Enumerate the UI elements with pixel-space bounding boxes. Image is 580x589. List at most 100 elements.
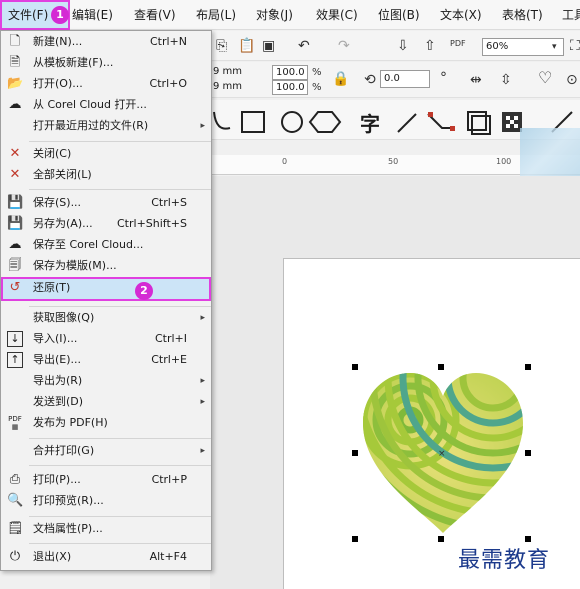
- menu-view[interactable]: 查看(V): [134, 0, 176, 30]
- menu-item-send-to[interactable]: 发送到(D) ▸: [1, 391, 211, 413]
- step-badge: 1: [51, 6, 69, 24]
- menu-file-label: 文件(F): [8, 8, 49, 22]
- menu-item-import[interactable]: ↓ 导入(I)... Ctrl+I: [1, 328, 211, 350]
- selection-handle[interactable]: [525, 450, 531, 456]
- lock-ratio-icon[interactable]: 🔒: [332, 71, 349, 87]
- menu-item-close-all[interactable]: ✕ 全部关闭(L): [1, 164, 211, 186]
- menu-separator: [29, 141, 211, 142]
- revert-icon: ↺: [9, 280, 21, 295]
- menu-item-exit[interactable]: ⏻ 退出(X) Alt+F4: [1, 546, 211, 568]
- mirror-h-icon[interactable]: ⇹: [470, 72, 482, 88]
- menu-item-save[interactable]: 💾 保存(S)... Ctrl+S: [1, 192, 211, 214]
- rotation-field[interactable]: 0.0: [380, 70, 430, 88]
- doc-properties-icon: 🗒: [7, 521, 24, 536]
- selection-handle[interactable]: [352, 450, 358, 456]
- scale-y-field[interactable]: 100.0: [272, 80, 308, 95]
- menu-item-print-preview[interactable]: 🔍 打印预览(R)...: [1, 490, 211, 512]
- heart-object[interactable]: ×: [358, 368, 528, 538]
- chevron-down-icon[interactable]: ▾: [552, 39, 557, 55]
- copy-icon[interactable]: ⎘: [216, 38, 227, 54]
- menu-item-new[interactable]: 🗋 新建(N)... Ctrl+N: [1, 31, 211, 53]
- undo-icon[interactable]: ↶: [298, 38, 310, 54]
- menu-text[interactable]: 文本(X): [440, 0, 482, 30]
- polygon-icon: [308, 111, 342, 133]
- menu-item-doc-properties[interactable]: 🗒 文档属性(P)...: [1, 518, 211, 540]
- submenu-arrow-icon: ▸: [200, 397, 205, 407]
- cloud-save-icon: ☁: [8, 237, 22, 252]
- percent-y-label: %: [312, 82, 322, 93]
- menu-bitmaps[interactable]: 位图(B): [378, 0, 420, 30]
- pdf-icon: PDF ▦: [8, 415, 22, 431]
- menu-item-revert[interactable]: ↺ 还原(T): [1, 277, 211, 301]
- text-tool-icon[interactable]: 字: [360, 108, 380, 137]
- template-new-icon: 🗎: [9, 55, 21, 70]
- menu-item-recent[interactable]: 打开最近用过的文件(R) ▸: [1, 115, 211, 137]
- selection-handle[interactable]: [352, 364, 358, 370]
- menu-separator: [29, 516, 211, 517]
- menu-item-new-from-template[interactable]: 🗎 从模板新建(F)...: [1, 52, 211, 74]
- menu-effects[interactable]: 效果(C): [316, 0, 358, 30]
- menu-item-publish-pdf[interactable]: PDF ▦ 发布为 PDF(H): [1, 412, 211, 434]
- menu-item-print-merge[interactable]: 合并打印(G) ▸: [1, 440, 211, 462]
- close-all-icon: ✕: [9, 167, 21, 182]
- menu-item-open-cloud[interactable]: ☁ 从 Corel Cloud 打开...: [1, 94, 211, 116]
- cloud-open-icon: ☁: [8, 97, 22, 112]
- blurred-region: [520, 128, 580, 178]
- print-icon: ⎙: [9, 472, 21, 487]
- line-icon: [397, 113, 417, 133]
- save-template-icon: 🗐: [8, 258, 22, 273]
- more-icon[interactable]: ⊙: [566, 72, 578, 88]
- menu-item-acquire-image[interactable]: 获取图像(Q) ▸: [1, 307, 211, 329]
- menu-bar: 文件(F) 1 编辑(E) 查看(V) 布局(L) 对象(J) 效果(C) 位图…: [0, 0, 580, 30]
- menu-separator: [29, 189, 211, 190]
- heart-shape-icon[interactable]: ♡: [538, 70, 552, 86]
- clipboard-icon[interactable]: ▣: [262, 38, 275, 54]
- menu-item-save-template[interactable]: 🗐 保存为模版(M)...: [1, 255, 211, 277]
- mirror-v-icon[interactable]: ⇳: [500, 72, 512, 88]
- menu-item-export-as[interactable]: 导出为(R) ▸: [1, 370, 211, 392]
- folder-open-icon: 📂: [7, 76, 24, 91]
- menu-object[interactable]: 对象(J): [256, 0, 293, 30]
- exit-icon: ⏻: [9, 549, 21, 564]
- step-badge: 2: [135, 282, 153, 300]
- export-toolbar-icon[interactable]: ⇧: [424, 38, 436, 54]
- scale-x-field[interactable]: 100.0: [272, 65, 308, 80]
- svg-text:×: ×: [438, 449, 446, 459]
- paste-icon[interactable]: 📋: [238, 38, 255, 54]
- selection-handle[interactable]: [438, 536, 444, 542]
- menu-item-close[interactable]: ✕ 关闭(C): [1, 143, 211, 165]
- rectangle-icon: [241, 111, 265, 133]
- menu-tools[interactable]: 工具: [562, 0, 580, 30]
- width-field[interactable]: 9 mm: [210, 65, 266, 80]
- import-toolbar-icon[interactable]: ⇩: [397, 38, 409, 54]
- selection-handle[interactable]: [352, 536, 358, 542]
- new-doc-icon: 🗋: [9, 34, 21, 49]
- import-icon: ↓: [7, 331, 23, 347]
- selection-handle[interactable]: [525, 364, 531, 370]
- submenu-arrow-icon: ▸: [200, 446, 205, 456]
- menu-separator: [29, 465, 211, 466]
- menu-separator: [29, 438, 211, 439]
- height-field[interactable]: 9 mm: [210, 80, 266, 95]
- menu-layout[interactable]: 布局(L): [196, 0, 236, 30]
- redo-icon[interactable]: ↷: [338, 38, 350, 54]
- menu-item-print[interactable]: ⎙ 打印(P)... Ctrl+P: [1, 469, 211, 491]
- selection-handle[interactable]: [438, 364, 444, 370]
- menu-item-save-as[interactable]: 💾 另存为(A)... Ctrl+Shift+S: [1, 213, 211, 235]
- menu-item-open[interactable]: 📂 打开(O)... Ctrl+O: [1, 73, 211, 95]
- submenu-arrow-icon: ▸: [200, 376, 205, 386]
- menu-item-export[interactable]: ↑ 导出(E)... Ctrl+E: [1, 349, 211, 371]
- submenu-arrow-icon: ▸: [200, 313, 205, 323]
- menu-edit[interactable]: 编辑(E): [72, 0, 113, 30]
- fullscreen-icon[interactable]: ⛶: [570, 38, 580, 54]
- menu-table[interactable]: 表格(T): [502, 0, 543, 30]
- close-doc-icon: ✕: [9, 146, 21, 161]
- menu-item-save-cloud[interactable]: ☁ 保存至 Corel Cloud...: [1, 234, 211, 256]
- save-as-icon: 💾: [7, 216, 24, 231]
- print-preview-icon: 🔍: [7, 493, 24, 508]
- percent-x-label: %: [312, 67, 322, 78]
- ruler-label: 0: [282, 157, 288, 166]
- pdf-toolbar-icon[interactable]: PDF: [450, 36, 466, 52]
- save-icon: 💾: [7, 195, 24, 210]
- watermark: 最需教育: [458, 548, 551, 573]
